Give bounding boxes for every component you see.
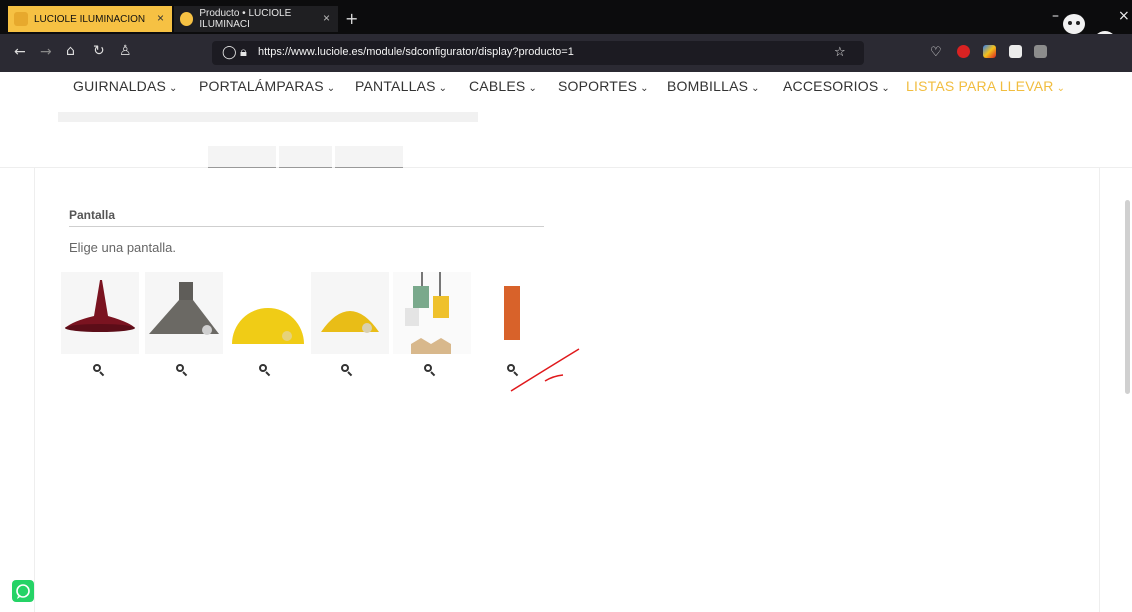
extension-colorful-icon[interactable] — [983, 45, 996, 58]
forward-arrow-icon[interactable]: → — [40, 44, 52, 60]
home-icon[interactable]: ⌂ — [66, 43, 75, 59]
product-thumb-yellow-dome-shade[interactable] — [229, 272, 307, 354]
tab-luciole-home[interactable]: LUCIOLE ILUMINACION × — [8, 6, 172, 32]
yellow-dome-shade-image — [232, 307, 304, 344]
new-tab-button[interactable]: + — [345, 9, 358, 28]
chevron-down-icon: ⌄ — [326, 83, 336, 94]
menu-listas-para-llevar[interactable]: LISTAS PARA LLEVAR ⌄ — [906, 78, 1065, 94]
chevron-down-icon: ⌄ — [751, 83, 760, 94]
page-scrollbar[interactable] — [1125, 200, 1130, 394]
pocket-icon[interactable]: ♡ — [930, 45, 942, 60]
chevron-down-icon: ⌄ — [1056, 83, 1066, 94]
menu-label: PORTALÁMPARAS — [199, 78, 324, 94]
search-icon[interactable] — [339, 362, 355, 378]
menu-label: ACCESORIOS — [783, 78, 879, 94]
library-icon[interactable] — [1034, 45, 1047, 58]
chevron-down-icon: ⌄ — [438, 83, 448, 94]
minimize-button[interactable]: – — [1052, 8, 1059, 24]
tab-title: LUCIOLE ILUMINACION — [34, 13, 146, 25]
chevron-down-icon: ⌄ — [881, 83, 890, 94]
menu-pantallas[interactable]: PANTALLAS ⌄ — [355, 78, 447, 94]
page-frame-right — [1099, 168, 1100, 612]
red-cone-shade-image — [65, 280, 135, 332]
reload-icon[interactable]: ↻ — [93, 43, 105, 59]
pendant-photo-shade-image — [405, 272, 451, 354]
shield-icon[interactable]: ◯ — [222, 45, 237, 60]
chevron-down-icon: ⌄ — [640, 83, 649, 94]
section-title: Pantalla — [69, 208, 116, 222]
menu-label: BOMBILLAS — [667, 78, 749, 94]
menu-guirnaldas[interactable]: GUIRNALDAS ⌄ — [73, 78, 178, 94]
menu-cables[interactable]: CABLES ⌄ — [469, 78, 537, 94]
product-thumb-grey-concrete-shade[interactable] — [145, 272, 223, 354]
account-icon[interactable]: ♙ — [119, 43, 132, 59]
search-icon[interactable] — [174, 362, 190, 378]
menu-soportes[interactable]: SOPORTES ⌄ — [558, 78, 649, 94]
menu-label: LISTAS PARA LLEVAR — [906, 78, 1054, 94]
tab-producto[interactable]: Producto • LUCIOLE ILUMINACI × — [174, 6, 338, 32]
extension-square-icon[interactable] — [1009, 45, 1022, 58]
chevron-down-icon: ⌄ — [169, 83, 178, 94]
product-thumb-pendant-photo-shade[interactable] — [393, 272, 471, 354]
search-icon[interactable] — [257, 362, 273, 378]
search-icon[interactable] — [422, 362, 438, 378]
yellow-disc-shade-image — [321, 311, 379, 333]
bookmark-star-icon[interactable]: ☆ — [834, 45, 846, 60]
tab-title: Producto • LUCIOLE ILUMINACI — [199, 8, 292, 30]
menu-bombillas[interactable]: BOMBILLAS ⌄ — [667, 78, 760, 94]
close-tab-icon[interactable]: × — [157, 11, 164, 25]
red-handwritten-annotation — [510, 348, 580, 392]
menu-label: PANTALLAS — [355, 78, 436, 94]
luciole-favicon-icon — [14, 12, 28, 26]
product-thumb-orange-cylinder-shade[interactable] — [476, 272, 554, 354]
back-arrow-icon[interactable]: ← — [14, 44, 26, 60]
faded-instruction-text — [58, 112, 478, 122]
section-divider — [69, 226, 544, 227]
search-icon[interactable] — [91, 362, 107, 378]
menu-portalamparas[interactable]: PORTALÁMPARAS ⌄ — [199, 78, 335, 94]
menu-label: SOPORTES — [558, 78, 638, 94]
product-thumb-red-cone-shade[interactable] — [61, 272, 139, 354]
menu-accesorios[interactable]: ACCESORIOS ⌄ — [783, 78, 890, 94]
faded-option-button — [335, 146, 403, 168]
orange-cylinder-shade-image — [504, 286, 520, 340]
url-text[interactable]: https://www.luciole.es/module/sdconfigur… — [258, 46, 574, 58]
faded-option-button — [208, 146, 276, 168]
menu-label: GUIRNALDAS — [73, 78, 167, 94]
extension-red-icon[interactable] — [957, 45, 970, 58]
menu-label: CABLES — [469, 78, 526, 94]
luciole-favicon-icon — [180, 12, 194, 26]
lock-icon[interactable]: 🔒︎ — [240, 45, 247, 60]
whatsapp-icon[interactable] — [12, 580, 34, 602]
close-tab-icon[interactable]: × — [323, 11, 330, 25]
section-description: Elige una pantalla. — [69, 240, 176, 255]
product-thumb-yellow-disc-shade[interactable] — [311, 272, 389, 354]
faded-option-button — [279, 146, 332, 168]
page-frame-left — [34, 168, 35, 612]
grey-concrete-shade-image — [149, 282, 219, 335]
chevron-down-icon: ⌄ — [528, 83, 538, 94]
